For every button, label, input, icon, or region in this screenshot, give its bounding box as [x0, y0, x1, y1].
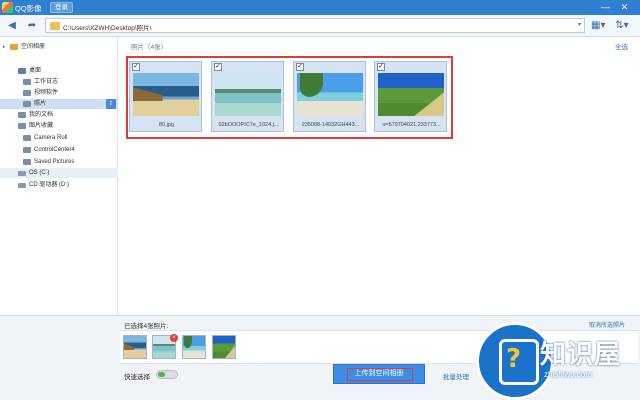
selected-photo-mini[interactable] — [212, 335, 236, 359]
toggle-knob — [158, 372, 165, 377]
pin-icon[interactable]: ⇧ — [106, 99, 116, 109]
sidebar-item-work-log[interactable]: 工作日志 — [0, 77, 118, 87]
thumbnail-checkbox[interactable]: ✓ — [377, 63, 385, 71]
sidebar-item-label: OS (C:) — [29, 170, 50, 176]
sidebar-item-label: 工作日志 — [34, 79, 59, 85]
remove-icon[interactable]: × — [170, 334, 178, 342]
selected-count: 已选择4张照片: — [124, 323, 169, 330]
cd-drive-icon — [18, 183, 26, 188]
batch-process-link[interactable]: 批量处理 — [443, 371, 469, 381]
photo-filename: 235088-14032GH443... — [301, 122, 360, 128]
sidebar-item-camera-roll[interactable]: Camera Roll — [0, 133, 118, 143]
sidebar-item-cd-drive[interactable]: CD 驱动器 (D:) — [0, 180, 118, 190]
upload-to-album-button[interactable]: 上传到空间相册 — [333, 364, 425, 384]
selected-photo-mini[interactable] — [123, 335, 147, 359]
chevron-down-icon[interactable]: ▾ — [578, 21, 581, 28]
folder-icon — [18, 112, 26, 118]
sidebar-item-label: CD 驱动器 (D:) — [29, 182, 69, 188]
quick-select-toggle[interactable] — [156, 370, 178, 379]
folder-icon — [23, 135, 31, 141]
thumbnail-checkbox[interactable]: ✓ — [296, 63, 304, 71]
photo-image — [378, 73, 444, 116]
quick-select-label: 快速选择 — [124, 374, 150, 381]
path-bar[interactable]: C:\Users\XZWH\Desktop\照片\ ▾ — [45, 18, 585, 33]
photo-thumbnail[interactable]: ✓ 235088-14032GH443... — [293, 61, 366, 132]
cloud-album-icon — [10, 44, 18, 50]
photo-thumbnail[interactable]: ✓ 80.jpg — [129, 61, 202, 132]
sidebar-item-label: 空间相册 — [21, 44, 46, 50]
photo-filename: 80.jpg — [159, 122, 174, 128]
photo-image — [133, 73, 199, 116]
sidebar-item-label: Camera Roll — [34, 135, 68, 141]
sort-icon[interactable]: ⇅▾ — [615, 19, 629, 33]
watermark-url: zhishiwu.com — [544, 370, 593, 379]
photo-thumbnail[interactable]: ✓ u=579704021,233773... — [374, 61, 447, 132]
minimize-icon[interactable]: — — [599, 1, 612, 14]
open-folder-icon[interactable]: ➦ — [25, 19, 39, 33]
sidebar-item-label: ControlCenter4 — [34, 147, 75, 153]
thumbnail-checkbox[interactable]: ✓ — [214, 63, 222, 71]
disk-icon — [18, 171, 26, 176]
app-logo-icon — [2, 2, 13, 13]
photo-thumbnail[interactable]: ✓ 92bOOOPIC7e_1024.j... — [211, 61, 284, 132]
folder-icon — [23, 159, 31, 165]
view-mode-icon[interactable]: ▦▾ — [591, 19, 605, 33]
folder-icon — [18, 123, 26, 129]
sidebar-item-photos[interactable]: 照片 ⇧ — [0, 99, 118, 109]
login-button[interactable]: 登录 — [50, 2, 73, 13]
sidebar-item-cloud-album[interactable]: ▸ 空间相册 — [0, 42, 118, 52]
folder-photo-count: 照片（4张） — [131, 44, 168, 51]
back-arrow-icon[interactable]: ◀ — [5, 19, 19, 33]
sidebar-item-picture-favorites[interactable]: 图片收藏 — [0, 121, 118, 131]
photo-image — [215, 73, 281, 116]
folder-icon — [23, 90, 31, 96]
selected-photo-mini[interactable] — [182, 335, 206, 359]
desktop-icon — [18, 68, 26, 74]
sidebar-item-label: 照片 — [34, 101, 47, 107]
watermark-title: 知识屋 — [540, 339, 622, 369]
photo-filename: u=579704021,233773... — [382, 122, 441, 128]
select-all-link[interactable]: 全选 — [615, 41, 628, 51]
photo-filename: 92bOOOPIC7e_1024.j... — [218, 122, 279, 128]
folder-icon — [50, 22, 60, 30]
sidebar-item-label: 我的文档 — [29, 112, 54, 118]
sidebar-item-desktop[interactable]: 桌面 — [0, 66, 118, 76]
main-content: 照片（4张） 全选 ✓ 80.jpg ✓ 92bOOOPIC7e_1024.j.… — [119, 37, 640, 315]
sidebar: ▸ 空间相册 桌面 工作日志 视频软件 照片 ⇧ 我的文档 图片收藏 Camer… — [0, 37, 118, 315]
sidebar-item-video-software[interactable]: 视频软件 — [0, 88, 118, 98]
app-title: QQ影像 — [15, 4, 42, 13]
chevron-right-icon[interactable]: ▸ — [3, 42, 6, 52]
sidebar-item-label: Saved Pictures — [34, 159, 75, 165]
watermark: ? 知识屋 zhishiwu.com — [476, 322, 640, 400]
folder-icon — [23, 101, 31, 107]
sidebar-item-os-c[interactable]: OS (C:) — [0, 168, 118, 178]
toolbar: ◀ ➦ C:\Users\XZWH\Desktop\照片\ ▾ ▦▾ ⇅▾ — [0, 15, 640, 37]
close-icon[interactable]: ✕ — [618, 1, 631, 14]
sidebar-item-saved-pictures[interactable]: Saved Pictures — [0, 157, 118, 167]
sidebar-item-controlcenter4[interactable]: ControlCenter4 — [0, 145, 118, 155]
sidebar-item-label: 图片收藏 — [29, 123, 54, 129]
photo-image — [297, 73, 363, 116]
title-bar: QQ影像 登录 — ✕ — [0, 0, 640, 15]
sidebar-item-label: 视频软件 — [34, 90, 59, 96]
path-text: C:\Users\XZWH\Desktop\照片\ — [63, 25, 152, 32]
sidebar-item-label: 桌面 — [29, 68, 42, 74]
upload-highlight — [347, 368, 413, 381]
folder-icon — [23, 79, 31, 85]
question-mark-icon: ? — [506, 344, 522, 374]
sidebar-item-my-documents[interactable]: 我的文档 — [0, 110, 118, 120]
thumbnail-checkbox[interactable]: ✓ — [132, 63, 140, 71]
folder-icon — [23, 147, 31, 153]
